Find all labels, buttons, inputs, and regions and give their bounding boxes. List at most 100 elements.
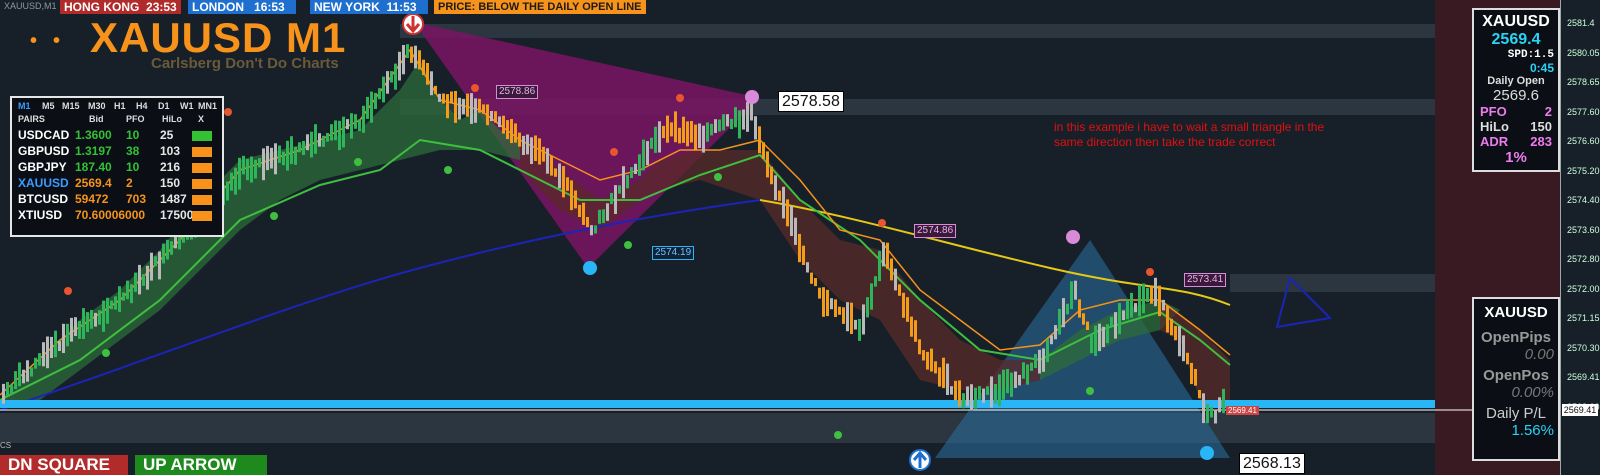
candle [746,102,749,132]
candle [642,139,645,171]
signal-bar [192,195,212,205]
panel-pfo-row: PFO 2 [1474,104,1558,119]
candle [334,120,337,141]
candle [598,209,601,224]
candle [814,278,817,287]
timeframe-m5[interactable]: M5 [42,101,55,111]
candle [298,142,301,153]
candle [522,135,525,155]
candle [46,336,49,369]
timeframe-h4[interactable]: H4 [136,101,148,111]
candle [1114,312,1117,339]
timeframe-m1[interactable]: M1 [18,101,31,111]
dashboard-row[interactable]: GBPUSD 1.3197 38 103 [12,144,218,159]
signal-bar [192,163,212,173]
candle [170,241,173,255]
candle [906,297,909,322]
dn-square-button[interactable]: DN SQUARE [0,455,128,475]
candle [610,192,613,205]
candle [798,233,801,263]
panel-adr: 283 [1530,134,1552,149]
swing-high-marker [610,148,618,156]
candle [874,276,877,287]
candle [54,330,57,358]
swing-low-price-tag: 2568.13 [1239,453,1305,474]
window-symbol-label: XAUUSD,M1 [4,1,57,11]
candle [1070,281,1073,310]
candle [974,387,977,409]
level-tag: 2574.19 [652,246,695,260]
dashboard-row[interactable]: BTCUSD 59472 703 1487 [12,192,218,207]
candle [302,141,305,155]
dashboard-row[interactable]: USDCAD 1.3600 10 25 [12,128,218,143]
candle [838,306,841,315]
swing-high-marker [1146,268,1154,276]
axis-tick-label: 2570.30 [1567,342,1600,353]
candle [34,357,37,369]
candle [94,312,97,327]
candle [62,323,65,353]
candle [422,59,425,76]
candle [498,116,501,128]
up-arrow-button[interactable]: UP ARROW [135,455,267,475]
dashboard-row[interactable]: XTIUSD 70.60006000 17500 [12,208,218,223]
candle [510,119,513,144]
dashboard-cell-bid: 1.3600 [75,128,112,142]
candle [886,242,889,269]
candle [38,353,41,366]
candle [1178,326,1181,357]
candle [342,116,345,148]
timeframe-h1[interactable]: H1 [114,101,126,111]
clock-time: 11:53 [386,0,417,14]
candle [58,341,61,351]
dashboard-row[interactable]: XAUUSD 2569.4 2 150 [12,176,218,191]
candle [1214,409,1217,424]
candle [22,369,25,384]
candle [534,135,537,161]
dashboard-cell-pair: XTIUSD [18,208,63,222]
axis-tick-label: 2581.4 [1567,18,1595,28]
price-status-banner: PRICE: BELOW THE DAILY OPEN LINE [434,0,646,14]
candle [602,209,605,224]
timeframe-d1[interactable]: D1 [158,101,170,111]
panel-hilo-label: HiLo [1480,119,1509,134]
timeframe-m15[interactable]: M15 [62,101,80,111]
dashboard-row[interactable]: GBPJPY 187.40 10 216 [12,160,218,175]
dashboard-cell-bid: 59472 [75,192,109,206]
candle [314,124,317,154]
candle [538,138,541,165]
candle [426,63,429,85]
candle [670,122,673,137]
dashboard-cell-hilo: 1487 [160,192,187,206]
candle [646,141,649,166]
candle [338,120,341,151]
candle [494,111,497,123]
candle [938,367,941,387]
candle [934,361,937,374]
timeframe-m30[interactable]: M30 [88,101,106,111]
swing-low-marker [624,241,632,249]
candle [362,105,365,133]
candle [550,155,553,176]
swing-low-marker [834,431,842,439]
candle [1086,321,1089,330]
candle [346,119,349,130]
dashboard-cell-pair: GBPUSD [18,144,70,158]
candle [638,154,641,176]
swing-low-marker [102,349,110,357]
candle [1122,310,1125,321]
candle [42,342,45,367]
candle [910,316,913,337]
timeframe-mn1[interactable]: MN1 [198,101,217,111]
candle [946,363,949,395]
candle [270,147,273,169]
candle [574,190,577,209]
candle [1098,323,1101,352]
candle [110,300,113,310]
candle [1082,313,1085,325]
candle [18,362,21,387]
level-tag: 2573.41 [1184,273,1227,287]
pos-open-pips-label: OpenPips [1480,329,1551,346]
timeframe-w1[interactable]: W1 [180,101,194,111]
candle [634,163,637,174]
